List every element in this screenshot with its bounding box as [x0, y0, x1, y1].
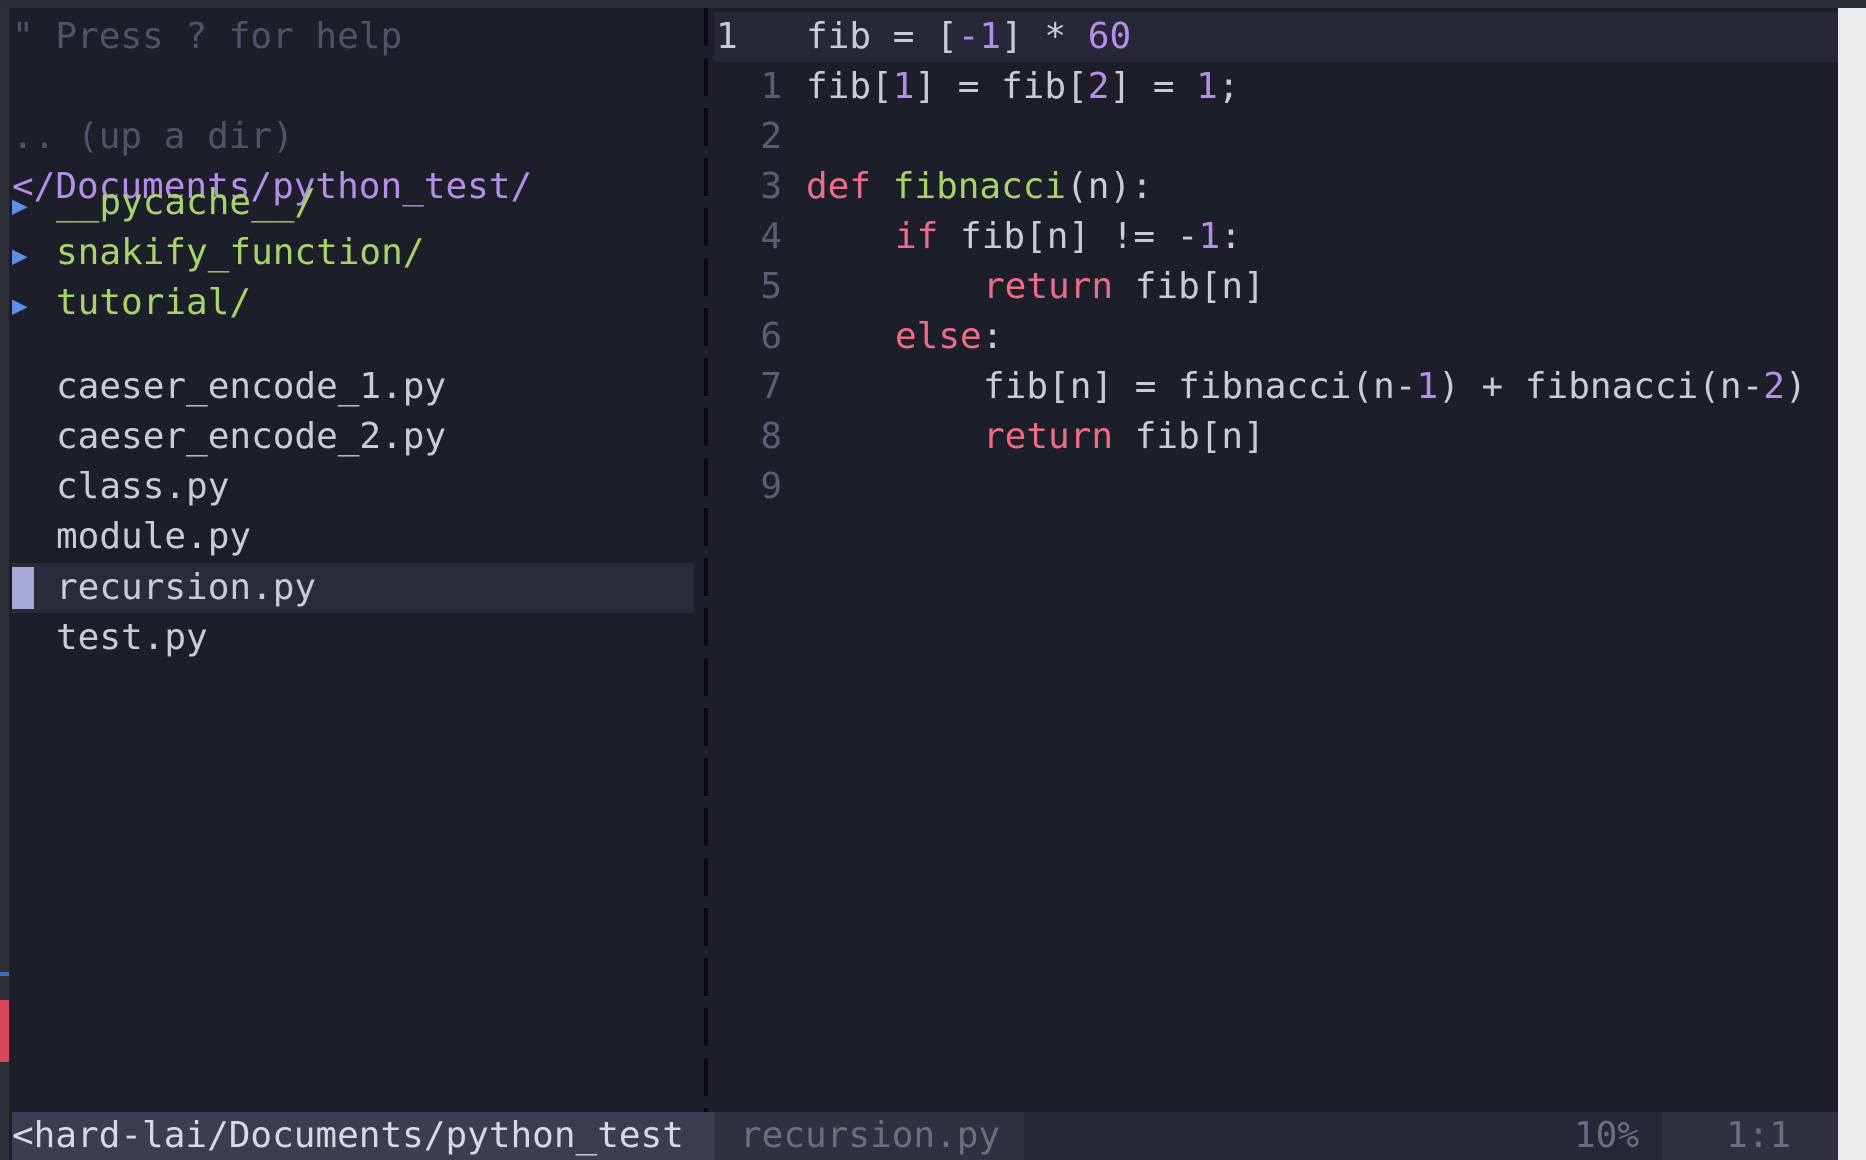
tree-dir-pycache[interactable]: ▶ __pycache__/	[12, 178, 316, 228]
code-line[interactable]: fib[1] = fib[2] = 1;	[806, 62, 1240, 112]
tree-dir-label: __pycache__/	[56, 182, 317, 223]
status-scroll-percent: 10%	[1574, 1115, 1640, 1156]
code-line[interactable]: fib[n] = fibnacci(n-1) + fibnacci(n-2)	[983, 362, 1807, 412]
status-cwd-path: <hard-lai/Documents/python_test	[12, 1112, 714, 1160]
tree-file-module[interactable]: module.py	[12, 512, 251, 562]
relative-line-number: 9	[760, 466, 782, 507]
tree-up-dir[interactable]: .. (up a dir)	[12, 112, 294, 162]
edge-marker-blue	[0, 972, 9, 976]
code-line[interactable]: else:	[895, 312, 1003, 362]
expand-arrow-icon: ▶	[12, 291, 28, 321]
window-top-border	[0, 0, 1866, 8]
tree-file-recursion[interactable]: recursion.py	[12, 563, 316, 613]
tree-file-test[interactable]: test.py	[12, 613, 208, 663]
relative-line-number: 8	[760, 416, 782, 457]
edge-marker-red	[0, 1000, 9, 1062]
status-cursor-position: 1:1	[1726, 1115, 1792, 1156]
relative-line-number: 3	[760, 166, 782, 207]
tree-dir-label: tutorial/	[56, 282, 252, 323]
code-line[interactable]: fib = [-1] * 60	[806, 12, 1131, 62]
tree-dir-snakify-function[interactable]: ▶ snakify_function/	[12, 228, 424, 278]
tree-dir-label: snakify_function/	[56, 232, 425, 273]
window-right-border	[1838, 8, 1866, 1160]
tree-file-label: caeser_encode_1.py	[56, 366, 447, 407]
tree-file-label: class.py	[56, 466, 230, 507]
relative-line-number: 1	[760, 66, 782, 107]
tree-help-hint: " Press ? for help	[12, 16, 403, 57]
tree-file-label: test.py	[56, 617, 208, 658]
expand-arrow-icon: ▶	[12, 191, 28, 221]
status-file-name: recursion.py	[740, 1115, 1001, 1156]
code-line[interactable]: def fibnacci(n):	[806, 162, 1153, 212]
tree-file-label: module.py	[56, 516, 252, 557]
relative-line-number: 7	[760, 366, 782, 407]
current-line-number: 1	[716, 16, 738, 57]
relative-line-number: 2	[760, 116, 782, 157]
tree-file-class[interactable]: class.py	[12, 462, 229, 512]
relative-line-number: 5	[760, 266, 782, 307]
code-line[interactable]: return fib[n]	[983, 412, 1265, 462]
window-left-border	[0, 8, 9, 1160]
vertical-split-divider[interactable]	[704, 8, 708, 1112]
relative-line-number: 6	[760, 316, 782, 357]
code-line[interactable]: return fib[n]	[983, 262, 1265, 312]
relative-line-number: 4	[760, 216, 782, 257]
tree-file-caeser-encode-2[interactable]: caeser_encode_2.py	[12, 412, 446, 462]
tree-file-label: caeser_encode_2.py	[56, 416, 447, 457]
expand-arrow-icon: ▶	[12, 241, 28, 271]
tree-file-caeser-encode-1[interactable]: caeser_encode_1.py	[12, 362, 446, 412]
tree-dir-tutorial[interactable]: ▶ tutorial/	[12, 278, 251, 328]
tree-file-label: recursion.py	[56, 567, 317, 608]
code-line[interactable]: if fib[n] != -1:	[895, 212, 1242, 262]
